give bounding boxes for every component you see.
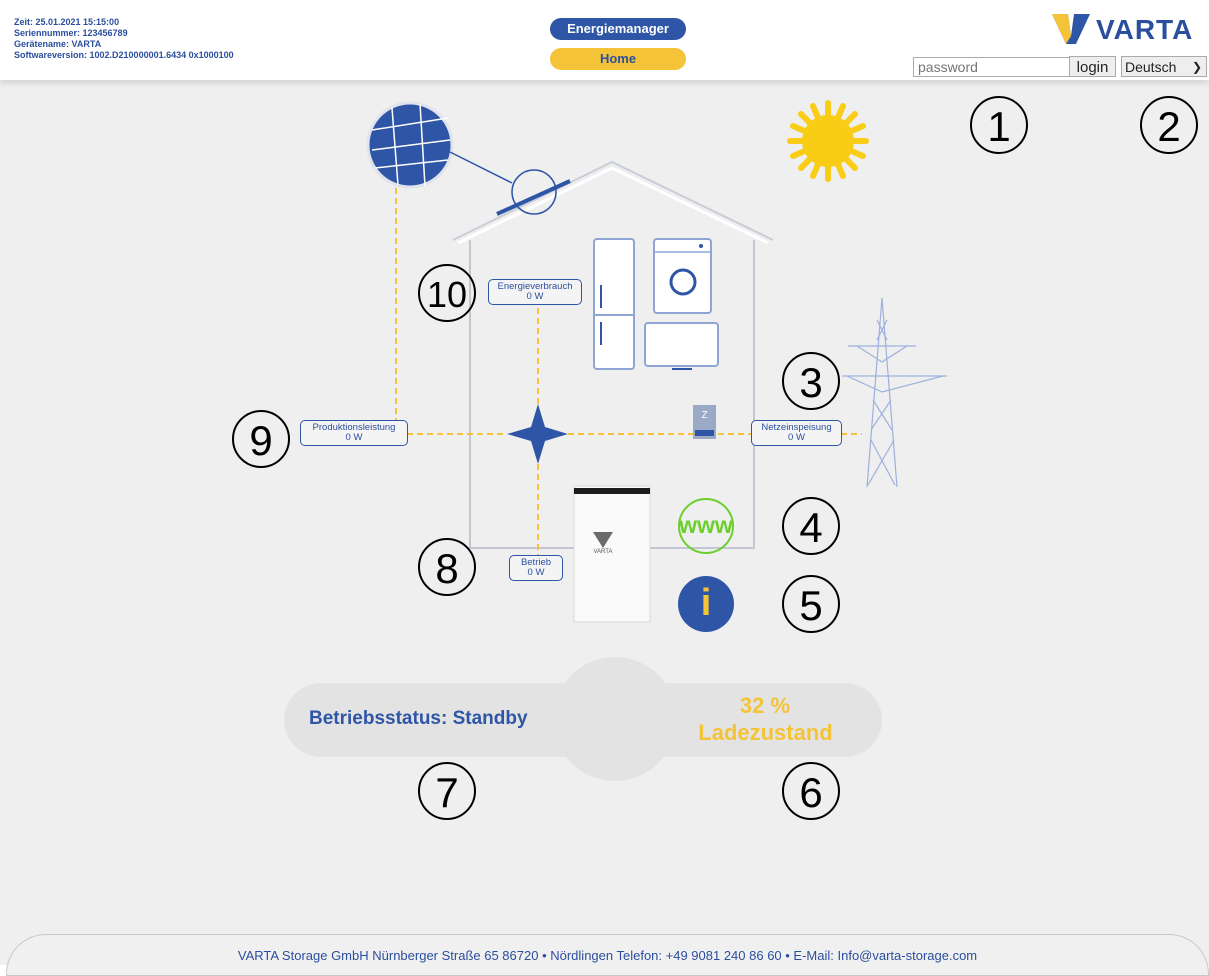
energy-flow-diagram xyxy=(366,100,947,777)
state-of-charge-label: Ladezustand xyxy=(698,720,833,745)
footer-contact-text: VARTA Storage GmbH Nürnberger Straße 65 … xyxy=(237,948,978,963)
energieverbrauch-value: 0 W xyxy=(526,291,544,302)
annotation-3: 3 xyxy=(782,352,840,410)
power-pylon-icon xyxy=(842,297,947,488)
produktionsleistung-value: 0 W xyxy=(345,432,363,443)
state-of-charge-value: 32 % xyxy=(739,693,791,718)
tv-icon xyxy=(644,322,719,370)
washing-machine-icon xyxy=(653,238,712,314)
betrieb-callout: Betrieb 0 W xyxy=(509,555,563,581)
annotation-4: 4 xyxy=(782,497,840,555)
netzeinspeisung-value: 0 W xyxy=(788,432,805,443)
betrieb-value: 0 W xyxy=(527,567,545,578)
annotation-10: 10 xyxy=(418,264,476,322)
annotation-9: 9 xyxy=(232,410,290,468)
battery-brand-label: VARTA xyxy=(593,549,613,555)
operating-status-text: Betriebsstatus: Standby xyxy=(309,708,528,729)
annotation-6: 6 xyxy=(782,762,840,820)
energieverbrauch-callout: Energieverbrauch 0 W xyxy=(488,279,582,305)
annotation-2: 2 xyxy=(1140,96,1198,154)
www-label: www xyxy=(679,512,733,538)
meter-label: Z xyxy=(701,410,708,421)
fridge-icon xyxy=(593,238,635,370)
annotation-1: 1 xyxy=(970,96,1028,154)
annotation-8: 8 xyxy=(418,538,476,596)
annotation-5: 5 xyxy=(782,575,840,633)
netzeinspeisung-callout: Netzeinspeisung 0 W xyxy=(751,420,842,446)
app-background: Zeit: 25.01.2021 15:15:00 Seriennummer: … xyxy=(0,0,1209,976)
status-battery-circle xyxy=(553,657,677,781)
annotation-7: 7 xyxy=(418,762,476,820)
produktionsleistung-callout: Produktionsleistung 0 W xyxy=(300,420,408,446)
info-label: i xyxy=(700,582,712,624)
flow-node-icon xyxy=(507,404,568,464)
sun-icon xyxy=(787,100,869,182)
